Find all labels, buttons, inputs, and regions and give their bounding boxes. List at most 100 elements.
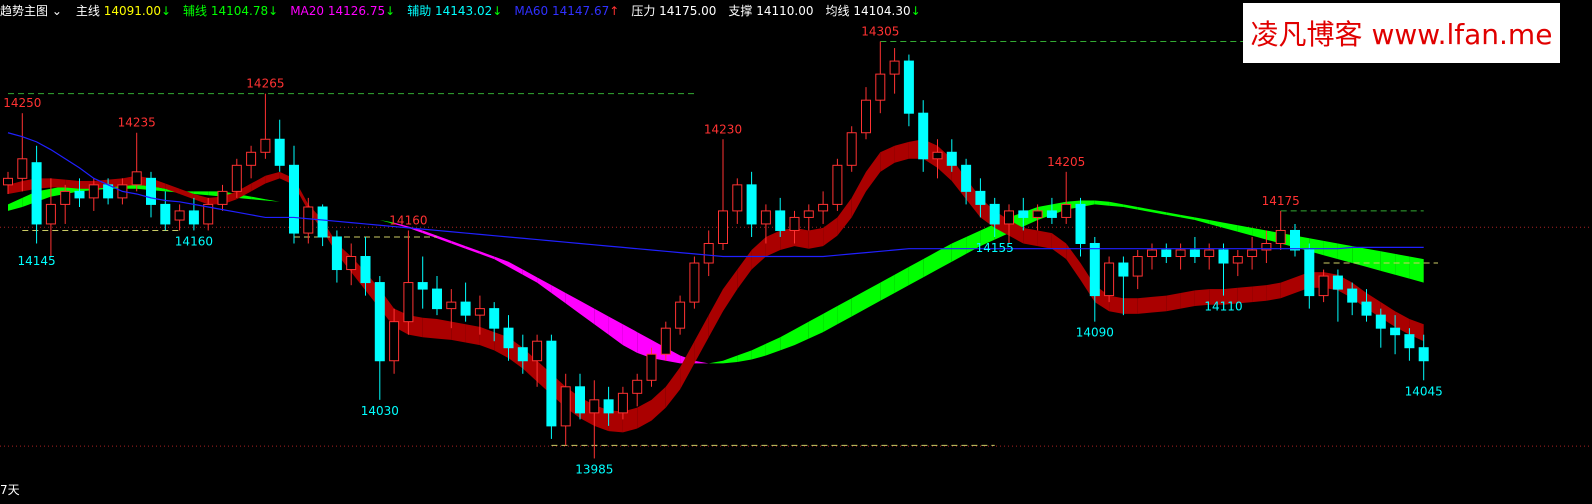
candle-body [1375,314,1386,329]
candle-body [160,203,171,225]
band-segment [1252,227,1267,240]
low-label: 14110 [1204,300,1242,314]
candle-body [31,162,42,225]
high-label: 14160 [389,213,427,227]
band-segment [1209,220,1224,228]
band-segment [880,145,895,172]
candle-body [3,177,13,186]
band-segment [1123,298,1138,314]
band-segment [880,274,895,301]
indicator-selector[interactable]: 趋势主图 ⌄ [0,2,62,19]
candle-body [603,399,614,414]
band-segment [165,183,180,194]
indicator-label: 压力 [631,3,656,18]
arrow-up-icon: ↑ [609,3,620,18]
indicator-label: 辅助 [407,3,432,18]
indicator-item: 均线 14104.30↓ [826,4,921,18]
candle-body [803,210,814,218]
candle-body [889,60,900,75]
band-segment [808,313,824,339]
band-segment [465,324,480,346]
band-segment [50,178,66,188]
band-segment [794,321,809,346]
indicator-item: 主线 14091.00↓ [76,4,171,18]
candle-body [646,353,657,381]
candle-body [389,321,400,362]
band-segment [837,298,852,325]
band-segment [1166,292,1181,312]
indicator-value: 14110.00 [752,3,814,18]
band-segment [823,217,838,247]
band-segment [923,251,938,278]
band-segment [737,350,752,363]
band-segment [251,196,266,201]
low-label: 14045 [1405,384,1443,398]
candle-body [231,164,242,192]
band-segment [351,214,366,218]
band-segment [494,256,509,267]
band-segment [1252,285,1267,303]
candle-body [360,256,371,284]
indicator-value: 14091.00 [99,3,161,18]
band-segment [1352,246,1367,267]
band-segment [179,188,194,200]
band-segment [1166,212,1181,218]
candle-body [74,190,85,199]
band-segment [765,230,781,257]
candle-body [1161,249,1172,258]
candle-body [346,256,357,271]
candle-body [303,206,314,234]
band-segment [680,341,695,390]
candle-body [989,203,1000,225]
band-segment [737,250,752,290]
band-segment [522,269,538,283]
band-segment [651,386,666,421]
band-segment [1194,217,1210,224]
band-segment [251,175,266,192]
high-label: 14175 [1262,194,1300,208]
candle-body [1347,288,1358,303]
band-segment [580,300,595,325]
band-segment [479,251,495,260]
candle-body [289,164,299,234]
band-segment [694,360,709,364]
indicator-value: 14175.00 [655,3,717,18]
band-segment [937,243,952,270]
band-segment [723,355,738,364]
band-segment [1051,233,1067,260]
band-segment [551,285,566,304]
candlestick-chart[interactable]: 14250 14235 14265 14160 14230 14305 14205 14175… [0,0,1592,504]
candle-body [131,171,142,186]
candle-body [1404,334,1415,349]
candles [3,41,1429,459]
band-segment [8,197,23,211]
indicator-label: 支撑 [728,3,753,18]
indicator-item: 支撑 14110.00 [728,4,813,18]
band-segment [1109,201,1124,208]
band-segment [1237,225,1253,236]
candle-body [517,347,528,362]
low-label: 14160 [175,234,213,248]
band-segment [908,259,924,286]
band-segment [265,171,280,184]
band-segment [823,306,838,333]
band-segment [1152,295,1167,313]
candle-body [675,301,686,329]
low-label: 14090 [1076,326,1114,340]
band-segment [1280,277,1295,299]
high-label: 14235 [118,116,156,130]
indicator-item: 压力 14175.00 [631,4,716,18]
candle-body [846,132,857,166]
arrow-down-icon: ↓ [492,3,503,18]
band-segment [866,282,881,309]
band-segment [465,246,480,254]
candle-body [1104,262,1115,297]
band-segment [851,290,866,317]
band-segment [451,240,466,249]
candle-body [1361,301,1372,316]
candle-body [760,210,771,225]
candle-body [560,386,571,427]
candle-body [903,60,914,114]
candle-body [789,216,800,231]
candle-body [1032,210,1043,218]
